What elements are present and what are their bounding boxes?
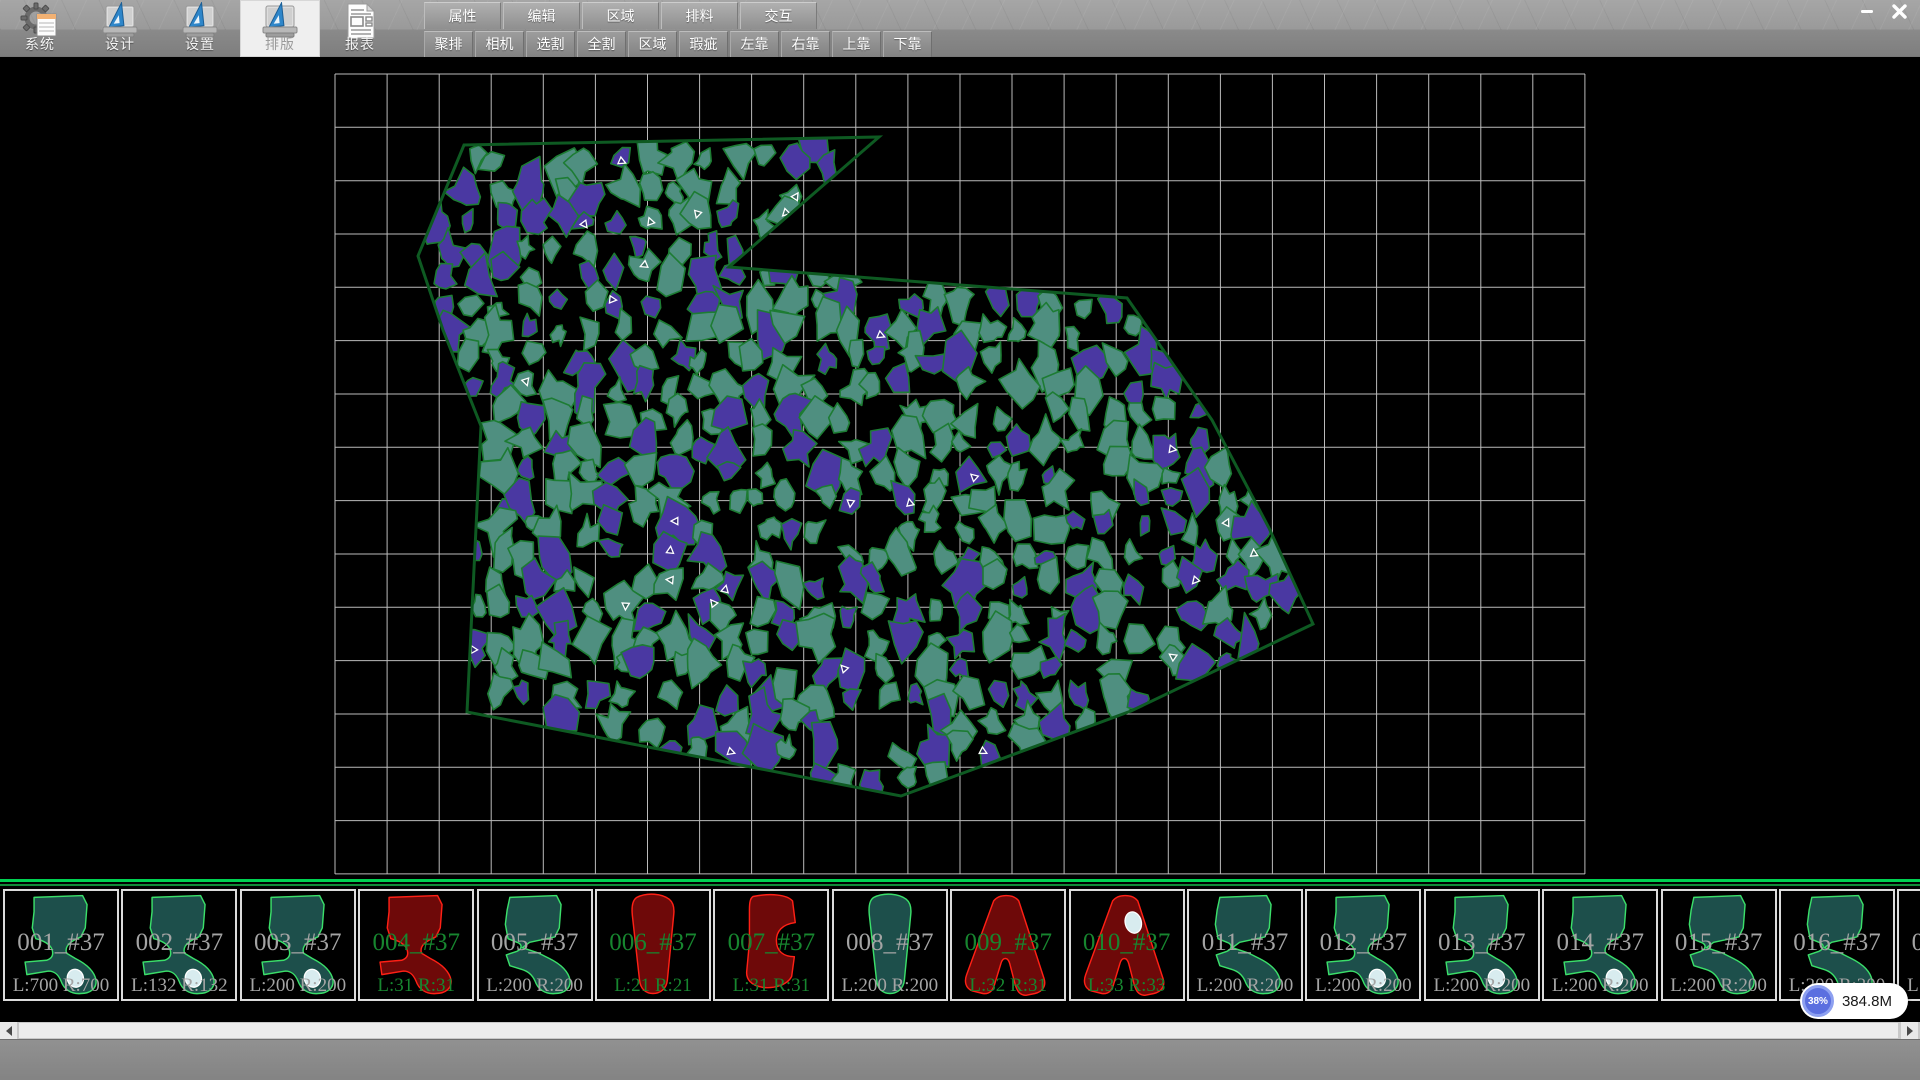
piece-thumb-011[interactable]: 011_#37 L:200 R:200 [1187,889,1303,1001]
piece-label: 015_#37 [1663,929,1775,957]
panel-separator-dark [0,884,1920,886]
minimize-icon [1860,4,1874,18]
memory-value: 384.8M [1842,993,1892,1010]
piece-label: 017_#37 [1899,929,1920,957]
piece-thumbnail-strip: 001_#37 L:700 R:700 002_#37 L:132 R:132 … [0,887,1920,1022]
menu-tab-bar: 属性编辑区域排料交互 [424,2,817,29]
piece-lr-count: L:132 R:132 [123,975,235,997]
piece-lr-count: L:200 R:200 [1663,975,1775,997]
toolbar-button-layout[interactable]: 排版 [240,0,320,57]
button-cut-all[interactable]: 全割 [577,31,626,57]
piece-lr-count: L:700 R:700 [5,975,117,997]
nested-pieces [419,122,1305,801]
button-align-left[interactable]: 左靠 [730,31,779,57]
piece-label: 013_#37 [1426,929,1538,957]
piece-thumb-002[interactable]: 002_#37 L:132 R:132 [121,889,237,1001]
piece-thumb-010[interactable]: 010_#37 L:33 R:33 [1069,889,1185,1001]
piece-thumb-008[interactable]: 008_#37 L:200 R:200 [832,889,948,1001]
piece-thumb-003[interactable]: 003_#37 L:200 R:200 [240,889,356,1001]
scroll-left-icon [6,1026,12,1036]
piece-thumb-009[interactable]: 009_#37 L:32 R:31 [950,889,1066,1001]
button-align-right[interactable]: 右靠 [781,31,830,57]
close-button[interactable] [1883,0,1916,22]
piece-thumb-015[interactable]: 015_#37 L:200 R:200 [1661,889,1777,1001]
toolbar-button-label: 设计 [80,34,160,54]
piece-label: 006_#37 [597,929,709,957]
toolbar-button-label: 系统 [0,34,80,54]
button-select-cut[interactable]: 选割 [526,31,575,57]
piece-label: 008_#37 [834,929,946,957]
tab-nesting[interactable]: 排料 [661,2,738,29]
piece-lr-count: L:31 R:31 [715,975,827,997]
piece-thumb-014[interactable]: 014_#37 L:200 R:200 [1542,889,1658,1001]
window-controls [1850,0,1916,22]
button-align-top[interactable]: 上靠 [832,31,881,57]
app-window: 系统 设计 设置 排版 [0,0,1920,1080]
progress-circle: 38% [1802,985,1834,1017]
panel-separator-bright [0,879,1920,882]
piece-thumb-017[interactable]: 017_#37 L:200 R:200 [1897,889,1920,1001]
scroll-left-button[interactable] [0,1022,17,1039]
piece-lr-count: L:200 R:200 [1189,975,1301,997]
piece-lr-count: L:31 R:31 [360,975,472,997]
nesting-canvas[interactable] [0,57,1920,879]
button-camera[interactable]: 相机 [475,31,524,57]
piece-label: 010_#37 [1071,929,1183,957]
piece-label: 002_#37 [123,929,235,957]
piece-label: 012_#37 [1307,929,1419,957]
close-icon [1892,4,1907,19]
scroll-right-button[interactable] [1901,1022,1918,1039]
piece-lr-count: L:200 R:200 [1307,975,1419,997]
toolbar-button-settings[interactable]: 设置 [160,0,240,57]
button-region[interactable]: 区域 [628,31,677,57]
button-align-bottom[interactable]: 下靠 [883,31,932,57]
piece-thumb-005[interactable]: 005_#37 L:200 R:200 [477,889,593,1001]
horizontal-scrollbar[interactable] [0,1022,1920,1039]
piece-thumb-007[interactable]: 007_#37 L:31 R:31 [713,889,829,1001]
scroll-right-icon [1907,1026,1913,1036]
toolbar-button-design[interactable]: 设计 [80,0,160,57]
piece-lr-count: L:21 R:21 [597,975,709,997]
piece-label: 011_#37 [1189,929,1301,957]
piece-thumb-006[interactable]: 006_#37 L:21 R:21 [595,889,711,1001]
piece-lr-count: L:33 R:33 [1071,975,1183,997]
tab-region[interactable]: 区域 [582,2,659,29]
status-bar [0,1039,1920,1080]
piece-label: 016_#37 [1781,929,1893,957]
tool-button-bar: 聚排相机选割全割区域瑕疵左靠右靠上靠下靠 [424,31,932,56]
scrollbar-thumb[interactable] [19,1023,1898,1038]
toolbar-button-label: 排版 [240,34,320,54]
piece-thumb-013[interactable]: 013_#37 L:200 R:200 [1424,889,1540,1001]
piece-lr-count: L:200 R:200 [1426,975,1538,997]
piece-lr-count: L:200 R:200 [834,975,946,997]
piece-label: 007_#37 [715,929,827,957]
piece-label: 014_#37 [1544,929,1656,957]
button-cluster-nest[interactable]: 聚排 [424,31,473,57]
toolbar-button-report[interactable]: 报表 [320,0,400,57]
toolbar-button-system[interactable]: 系统 [0,0,80,57]
piece-label: 009_#37 [952,929,1064,957]
piece-label: 005_#37 [479,929,591,957]
piece-label: 003_#37 [242,929,354,957]
top-toolbar: 系统 设计 设置 排版 [0,0,1920,57]
button-defect[interactable]: 瑕疵 [679,31,728,57]
piece-lr-count: L:200 R:200 [1544,975,1656,997]
tab-edit[interactable]: 编辑 [503,2,580,29]
status-badge: 38% 384.8M [1800,983,1908,1019]
piece-thumb-012[interactable]: 012_#37 L:200 R:200 [1305,889,1421,1001]
progress-value: 38% [1808,996,1828,1007]
piece-label: 004_#37 [360,929,472,957]
toolbar-button-label: 设置 [160,34,240,54]
piece-thumb-004[interactable]: 004_#37 L:31 R:31 [358,889,474,1001]
piece-lr-count: L:200 R:200 [242,975,354,997]
toolbar-button-label: 报表 [320,34,400,54]
piece-lr-count: L:200 R:200 [479,975,591,997]
tab-interact[interactable]: 交互 [740,2,817,29]
piece-thumb-001[interactable]: 001_#37 L:700 R:700 [3,889,119,1001]
piece-label: 001_#37 [5,929,117,957]
minimize-button[interactable] [1850,0,1883,22]
piece-lr-count: L:32 R:31 [952,975,1064,997]
tab-properties[interactable]: 属性 [424,2,501,29]
nesting-canvas-svg [0,57,1920,879]
